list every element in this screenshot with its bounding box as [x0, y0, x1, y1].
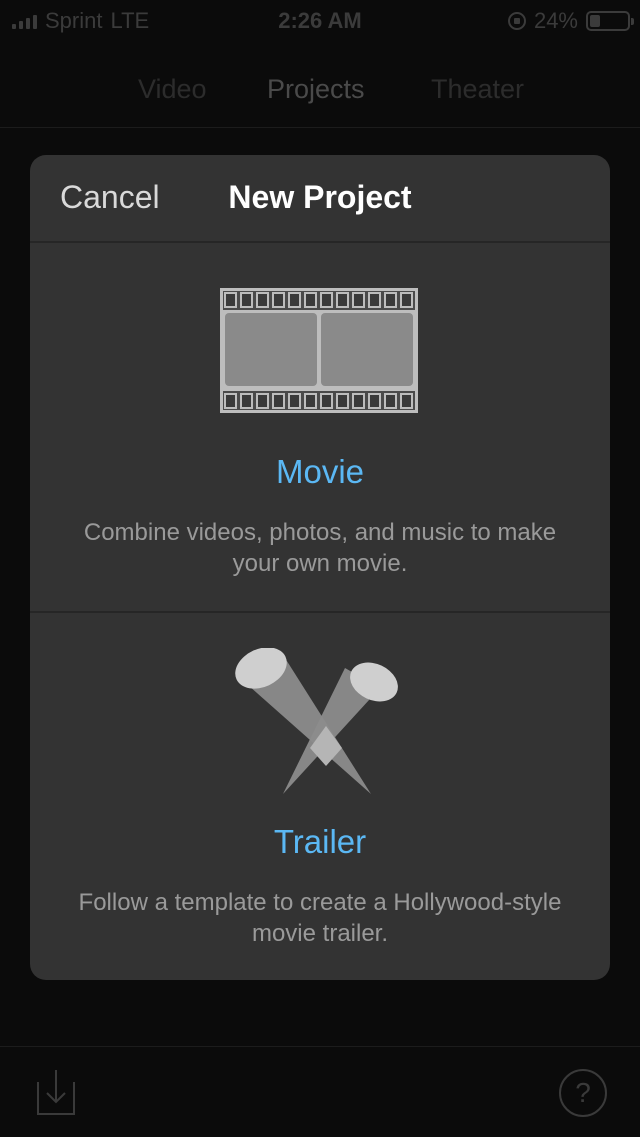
import-icon[interactable] [36, 1068, 76, 1116]
modal-title: New Project [228, 179, 412, 215]
battery-percent: 24% [533, 8, 578, 33]
trailer-title: Trailer [273, 823, 367, 860]
movie-option[interactable]: Movie Combine videos, photos, and music … [30, 243, 610, 611]
help-button[interactable]: ? [559, 1069, 607, 1117]
status-right: 24% [507, 8, 634, 34]
tab-video[interactable]: Video [138, 74, 207, 105]
trailer-option[interactable]: Trailer Follow a template to create a Ho… [30, 613, 610, 980]
status-bar: Sprint LTE 2:26 AM 24% [0, 0, 640, 40]
new-project-modal: Cancel New Project Movie Combine videos,… [30, 155, 610, 980]
trailer-description: Follow a template to create a Hollywood-… [78, 889, 562, 947]
movie-title: Movie [275, 453, 365, 490]
movie-description: Combine videos, photos, and music to mak… [83, 519, 557, 577]
top-nav-divider [0, 127, 640, 128]
tab-projects[interactable]: Projects [267, 74, 365, 105]
spotlights-icon [235, 648, 398, 794]
modal-header: Cancel New Project [30, 155, 610, 241]
battery-icon [586, 11, 634, 31]
bottom-toolbar [0, 1046, 640, 1137]
top-nav: Video Projects Theater [0, 70, 640, 112]
film-strip-icon [220, 288, 418, 413]
tab-theater[interactable]: Theater [431, 74, 524, 105]
orientation-lock-icon [507, 12, 526, 30]
